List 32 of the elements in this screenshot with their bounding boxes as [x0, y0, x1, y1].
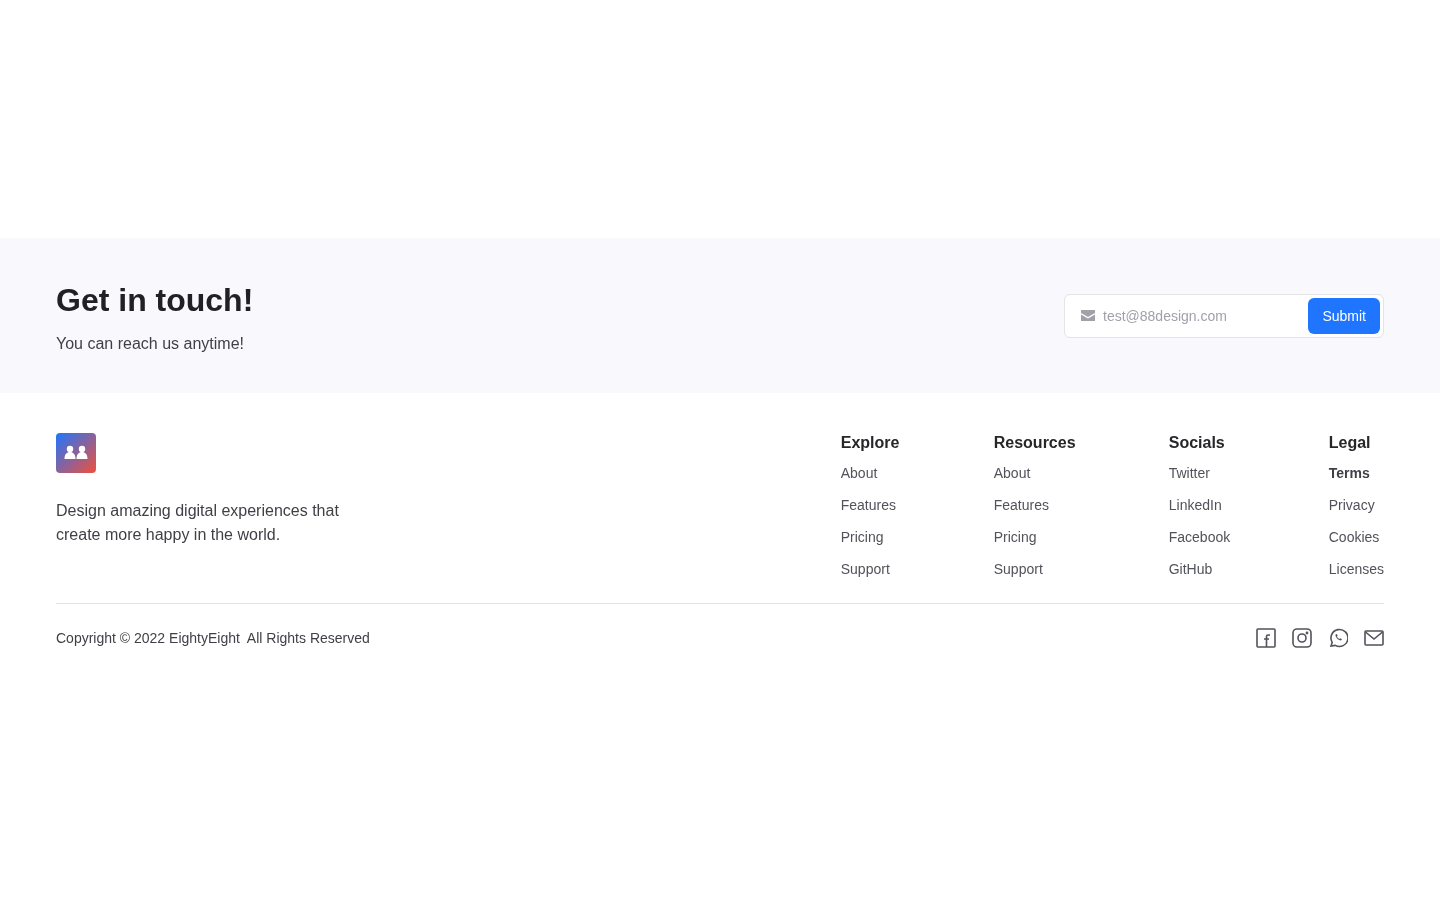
facebook-icon[interactable] — [1256, 628, 1276, 648]
mail-icon[interactable] — [1364, 628, 1384, 648]
contact-heading: Get in touch! — [56, 280, 254, 320]
whatsapp-icon[interactable] — [1328, 628, 1348, 648]
column-heading: Socials — [1168, 433, 1226, 453]
footer-link[interactable]: Privacy — [1328, 496, 1384, 515]
footer-link[interactable]: Features — [840, 496, 994, 515]
footer-link[interactable]: Twitter — [1168, 464, 1329, 483]
submit-button[interactable]: Submit — [1308, 297, 1380, 334]
column-heading: Legal — [1328, 433, 1372, 453]
footer-link[interactable]: Support — [840, 560, 994, 579]
footer-link[interactable]: Support — [993, 560, 1169, 579]
footer-link[interactable]: Terms — [1328, 464, 1384, 483]
column-heading: Resources — [993, 433, 1077, 453]
tagline: Design amazing digital experiences that create more happy in the world. — [56, 501, 340, 545]
column-heading: Explore — [840, 433, 901, 453]
footer-link[interactable]: About — [840, 464, 994, 483]
footer-link[interactable]: Features — [993, 496, 1169, 515]
footer-link[interactable]: Cookies — [1328, 528, 1384, 547]
footer-link[interactable]: Pricing — [840, 528, 994, 547]
contact-subtitle: You can reach us anytime! — [56, 333, 245, 354]
footer-link[interactable]: Facebook — [1168, 528, 1329, 547]
instagram-icon[interactable] — [1292, 628, 1312, 648]
copyright-text: Copyright © 2022 EightyEight All Rights Reserved — [56, 629, 370, 648]
footer-link[interactable]: LinkedIn — [1168, 496, 1329, 515]
footer-link[interactable]: Pricing — [993, 528, 1169, 547]
logo-icon — [56, 433, 96, 473]
footer-link[interactable]: GitHub — [1168, 560, 1329, 579]
email-field[interactable]: test@88design.com Submit — [1064, 293, 1384, 338]
footer-link[interactable]: Licenses — [1328, 560, 1384, 579]
envelope-icon — [1081, 310, 1095, 321]
footer-link[interactable]: About — [993, 464, 1169, 483]
